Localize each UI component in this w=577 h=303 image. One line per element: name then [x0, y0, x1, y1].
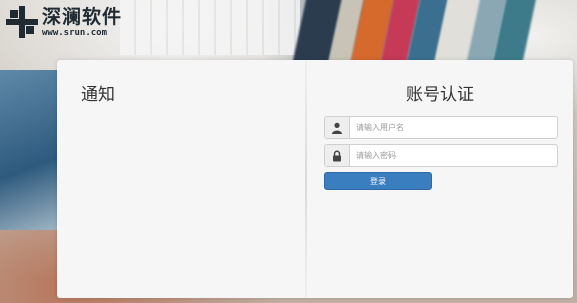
background-keyboard [120, 0, 300, 55]
login-panel: 通知 账号认证 登录 [57, 60, 573, 298]
login-button[interactable]: 登录 [324, 172, 432, 190]
username-input[interactable] [350, 117, 557, 138]
auth-title: 账号认证 [406, 85, 474, 105]
logo-url: www.srun.com [42, 28, 108, 38]
brand-logo: 深澜软件 www.srun.com [6, 6, 122, 38]
lock-icon [325, 145, 350, 166]
logo-title: 深澜软件 [42, 6, 123, 28]
notice-title: 通知 [81, 85, 115, 105]
user-icon [325, 117, 350, 138]
background-magazine [0, 70, 58, 230]
username-field [324, 116, 558, 139]
logo-mark-icon [6, 6, 38, 38]
password-input[interactable] [350, 145, 557, 166]
password-field [324, 144, 558, 167]
logo-text: 深澜软件 www.srun.com [42, 6, 122, 38]
